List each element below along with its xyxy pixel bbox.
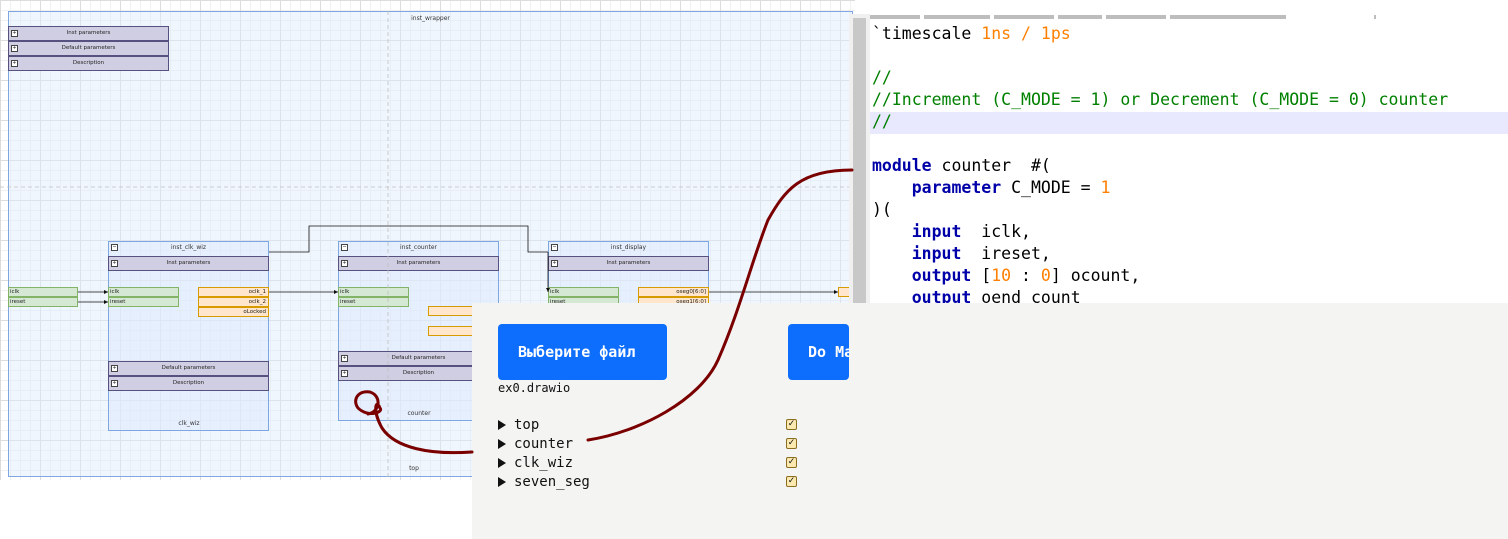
module-checkbox-clk-wiz[interactable]: ✓ [786, 457, 797, 468]
code-line-1[interactable]: `timescale 1ns / 1ps [872, 23, 1071, 45]
module-checkbox-seven-seg[interactable]: ✓ [786, 476, 797, 487]
tool-panel: Выберите файл Do Magic ex0.drawio top co… [472, 303, 1508, 539]
code-line-7[interactable]: module counter #( [872, 155, 1051, 177]
code-line-3[interactable]: // [872, 67, 892, 89]
editor-tab-close[interactable] [1374, 15, 1376, 19]
code-line-9[interactable]: )( [872, 199, 892, 221]
triangle-right-icon[interactable] [498, 439, 506, 449]
code-line-4[interactable]: //Increment (C_MODE = 1) or Decrement (C… [872, 89, 1448, 111]
editor-tab[interactable] [994, 15, 1054, 19]
editor-tab[interactable] [1106, 15, 1166, 19]
triangle-right-icon[interactable] [498, 477, 506, 487]
wire [269, 225, 548, 253]
editor-tab[interactable] [1058, 15, 1102, 19]
selected-file-name: ex0.drawio [498, 381, 571, 395]
code-line-5[interactable]: // [872, 111, 892, 133]
module-item-seven-seg[interactable]: seven_seg [498, 473, 590, 491]
triangle-right-icon[interactable] [498, 458, 506, 468]
module-checkbox-top[interactable]: ✓ [786, 419, 797, 430]
editor-tab[interactable] [924, 15, 990, 19]
choose-file-button[interactable]: Выберите файл [498, 324, 667, 380]
module-checkbox-counter[interactable]: ✓ [786, 438, 797, 449]
do-magic-button[interactable]: Do Magic [788, 324, 849, 380]
triangle-right-icon[interactable] [498, 420, 506, 430]
current-line-highlight [870, 112, 1508, 134]
module-item-top[interactable]: top [498, 416, 539, 434]
module-item-counter[interactable]: counter [498, 435, 573, 453]
module-item-clk-wiz[interactable]: clk_wiz [498, 454, 573, 472]
code-line-8[interactable]: parameter C_MODE = 1 [872, 177, 1111, 199]
code-line-10[interactable]: input iclk, [872, 221, 1031, 243]
code-line-12[interactable]: output [10 : 0] ocount, [872, 265, 1141, 287]
code-line-11[interactable]: input ireset, [872, 243, 1051, 265]
editor-tab[interactable] [1170, 15, 1286, 19]
